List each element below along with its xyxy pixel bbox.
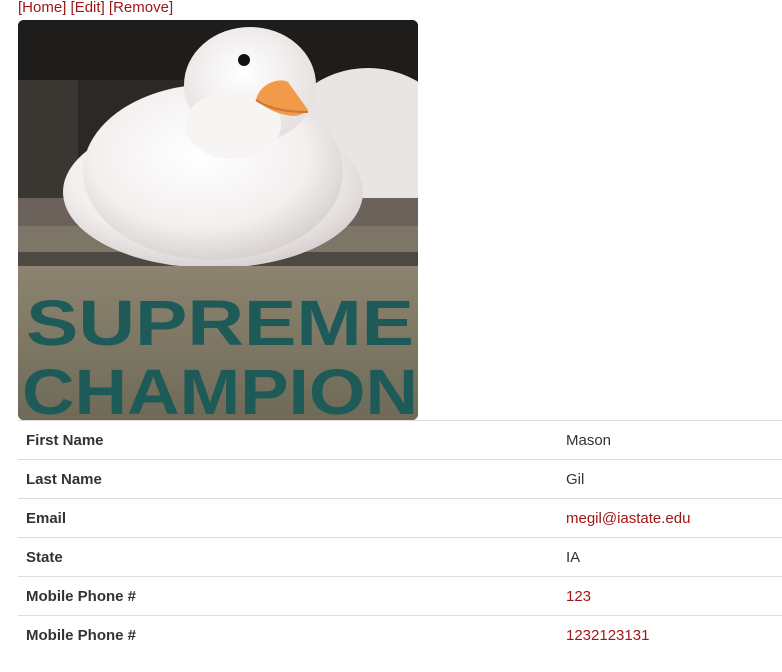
mobile-phone-link[interactable]: 1232123131 (558, 615, 782, 654)
table-row: State IA (18, 537, 782, 577)
first-name-value: Mason (558, 420, 782, 460)
email-label: Email (18, 498, 558, 538)
state-label: State (18, 537, 558, 577)
mobile-phone-link[interactable]: 123 (558, 576, 782, 616)
last-name-label: Last Name (18, 459, 558, 499)
sign-text-line1: SUPREME (26, 287, 414, 359)
last-name-value: Gil (558, 459, 782, 499)
mobile-phone-label: Mobile Phone # (18, 615, 558, 654)
mobile-phone-label: Mobile Phone # (18, 576, 558, 616)
home-link[interactable]: Home (22, 0, 62, 16)
duck-picture: SUPREME CHAMPION (18, 20, 418, 420)
sign-text-line2: CHAMPION (22, 356, 418, 420)
table-row: Last Name Gil (18, 459, 782, 499)
table-row: Mobile Phone # 1232123131 (18, 615, 782, 654)
first-name-label: First Name (18, 420, 558, 460)
profile-details-table: First Name Mason Last Name Gil Email meg… (18, 420, 782, 654)
profile-page: [Home] [Edit] [Remove] SUPREME CHAMPION … (0, 0, 782, 672)
table-row: Mobile Phone # 123 (18, 576, 782, 616)
edit-link[interactable]: Edit (75, 0, 101, 16)
profile-photo: SUPREME CHAMPION (18, 20, 418, 420)
remove-link[interactable]: Remove (113, 0, 169, 16)
table-row: First Name Mason (18, 420, 782, 460)
table-row: Email megil@iastate.edu (18, 498, 782, 538)
action-links: [Home] [Edit] [Remove] (18, 0, 174, 16)
email-link[interactable]: megil@iastate.edu (558, 498, 782, 538)
state-value: IA (558, 537, 782, 577)
